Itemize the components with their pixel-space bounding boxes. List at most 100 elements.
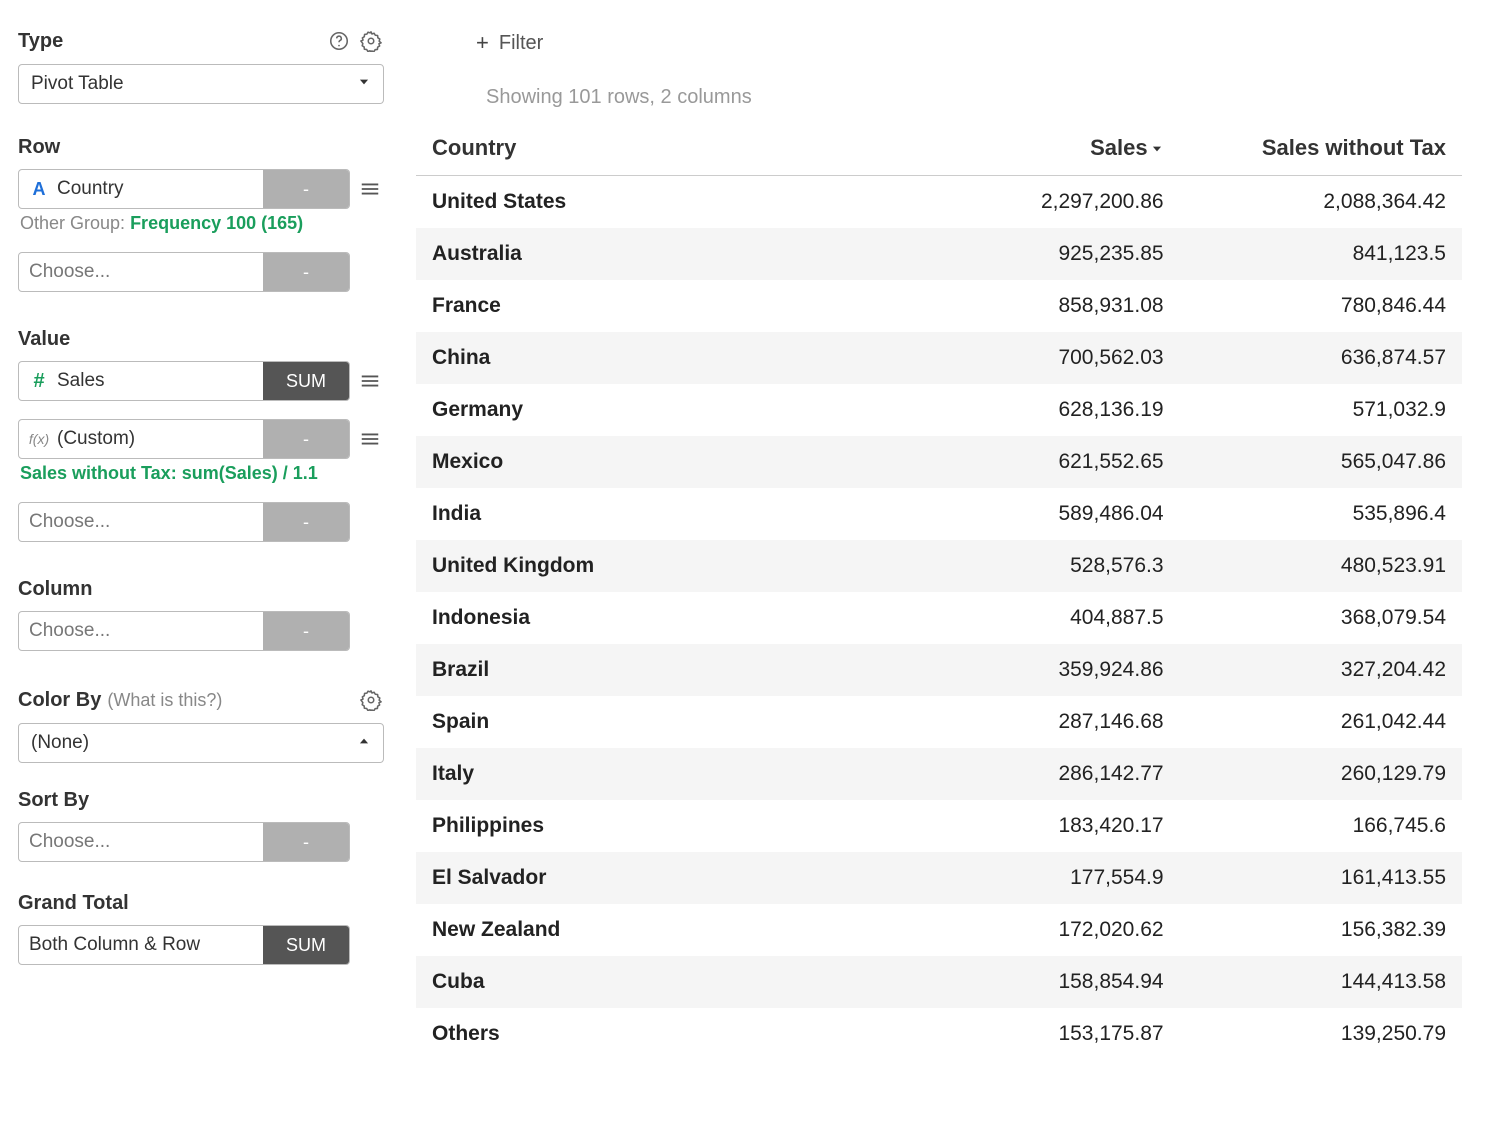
custom-field-tag[interactable]: - — [263, 420, 349, 458]
row-choose-input[interactable]: Choose... - — [18, 252, 350, 292]
cell-sales-no-tax: 480,523.91 — [1180, 540, 1462, 592]
column-choose-tag[interactable]: - — [263, 612, 349, 650]
value-field-sales[interactable]: # Sales SUM — [18, 361, 350, 401]
value-field-name: Sales — [57, 370, 105, 392]
row-field-country[interactable]: A Country - — [18, 169, 350, 209]
table-row[interactable]: China700,562.03636,874.57 — [416, 332, 1462, 384]
cell-country: Italy — [416, 748, 897, 800]
cell-sales: 404,887.5 — [897, 592, 1179, 644]
colorby-label-row: Color By (What is this?) — [18, 687, 384, 713]
col-header-sales[interactable]: Sales — [897, 123, 1179, 176]
table-row[interactable]: United Kingdom528,576.3480,523.91 — [416, 540, 1462, 592]
chevron-down-icon — [357, 73, 371, 95]
colorby-hint[interactable]: (What is this?) — [107, 690, 222, 711]
cell-country: United States — [416, 176, 897, 229]
cell-sales-no-tax: 2,088,364.42 — [1180, 176, 1462, 229]
table-row[interactable]: Mexico621,552.65565,047.86 — [416, 436, 1462, 488]
cell-sales-no-tax: 565,047.86 — [1180, 436, 1462, 488]
column-choose-input[interactable]: Choose... - — [18, 611, 350, 651]
value-agg-tag[interactable]: SUM — [263, 362, 349, 400]
type-select[interactable]: Pivot Table — [18, 64, 384, 104]
grandtotal-label: Grand Total — [18, 892, 384, 915]
value-field-custom[interactable]: f(x) (Custom) - — [18, 419, 350, 459]
formula-type-icon: f(x) — [29, 431, 49, 447]
type-label-row: Type — [18, 28, 384, 54]
grandtotal-select[interactable]: Both Column & Row SUM — [18, 925, 350, 965]
cell-sales-no-tax: 260,129.79 — [1180, 748, 1462, 800]
col-header-country[interactable]: Country — [416, 123, 897, 176]
sortby-choose-placeholder: Choose... — [29, 831, 110, 853]
cell-sales: 925,235.85 — [897, 228, 1179, 280]
cell-country: China — [416, 332, 897, 384]
row-choose-tag[interactable]: - — [263, 253, 349, 291]
cell-country: New Zealand — [416, 904, 897, 956]
row-choose-placeholder: Choose... — [29, 261, 110, 283]
drag-handle-icon[interactable] — [356, 428, 384, 450]
cell-sales-no-tax: 636,874.57 — [1180, 332, 1462, 384]
cell-country: United Kingdom — [416, 540, 897, 592]
table-row[interactable]: Cuba158,854.94144,413.58 — [416, 956, 1462, 1008]
table-row[interactable]: Italy286,142.77260,129.79 — [416, 748, 1462, 800]
table-row[interactable]: France858,931.08780,846.44 — [416, 280, 1462, 332]
grandtotal-value: Both Column & Row — [29, 934, 200, 956]
cell-country: El Salvador — [416, 852, 897, 904]
sortby-choose-input[interactable]: Choose... - — [18, 822, 350, 862]
cell-sales: 359,924.86 — [897, 644, 1179, 696]
col-header-sales-no-tax[interactable]: Sales without Tax — [1180, 123, 1462, 176]
main-area: + Filter Showing 101 rows, 2 columns Cou… — [400, 10, 1486, 1142]
cell-country: Mexico — [416, 436, 897, 488]
cell-country: Cuba — [416, 956, 897, 1008]
table-row[interactable]: Germany628,136.19571,032.9 — [416, 384, 1462, 436]
showing-text: Showing 101 rows, 2 columns — [486, 86, 1462, 109]
sortby-choose-tag[interactable]: - — [263, 823, 349, 861]
value-choose-tag[interactable]: - — [263, 503, 349, 541]
table-row[interactable]: Australia925,235.85841,123.5 — [416, 228, 1462, 280]
drag-handle-icon[interactable] — [356, 370, 384, 392]
cell-sales-no-tax: 368,079.54 — [1180, 592, 1462, 644]
grandtotal-tag[interactable]: SUM — [263, 926, 349, 964]
table-row[interactable]: Philippines183,420.17166,745.6 — [416, 800, 1462, 852]
drag-handle-icon[interactable] — [356, 178, 384, 200]
cell-sales: 287,146.68 — [897, 696, 1179, 748]
colorby-select[interactable]: (None) — [18, 723, 384, 763]
value-choose-placeholder: Choose... — [29, 511, 110, 533]
cell-sales-no-tax: 327,204.42 — [1180, 644, 1462, 696]
row-field-tag[interactable]: - — [263, 170, 349, 208]
cell-sales: 172,020.62 — [897, 904, 1179, 956]
table-row[interactable]: Indonesia404,887.5368,079.54 — [416, 592, 1462, 644]
table-row[interactable]: New Zealand172,020.62156,382.39 — [416, 904, 1462, 956]
table-row[interactable]: El Salvador177,554.9161,413.55 — [416, 852, 1462, 904]
cell-sales-no-tax: 535,896.4 — [1180, 488, 1462, 540]
cell-sales: 153,175.87 — [897, 1008, 1179, 1060]
help-icon[interactable] — [326, 28, 352, 54]
cell-sales: 858,931.08 — [897, 280, 1179, 332]
text-type-icon: A — [29, 179, 49, 200]
cell-sales: 628,136.19 — [897, 384, 1179, 436]
cell-sales: 589,486.04 — [897, 488, 1179, 540]
table-row[interactable]: India589,486.04535,896.4 — [416, 488, 1462, 540]
table-row[interactable]: United States2,297,200.862,088,364.42 — [416, 176, 1462, 229]
cell-sales: 700,562.03 — [897, 332, 1179, 384]
cell-sales: 177,554.9 — [897, 852, 1179, 904]
value-label: Value — [18, 328, 384, 351]
sort-desc-icon — [1150, 135, 1164, 161]
cell-sales: 621,552.65 — [897, 436, 1179, 488]
table-row[interactable]: Others153,175.87139,250.79 — [416, 1008, 1462, 1060]
number-type-icon: # — [29, 370, 49, 393]
other-group-line: Other Group: Frequency 100 (165) — [20, 213, 384, 234]
cell-country: Germany — [416, 384, 897, 436]
value-choose-input[interactable]: Choose... - — [18, 502, 350, 542]
cell-sales: 158,854.94 — [897, 956, 1179, 1008]
gear-icon[interactable] — [358, 687, 384, 713]
column-label: Column — [18, 578, 384, 601]
table-row[interactable]: Spain287,146.68261,042.44 — [416, 696, 1462, 748]
row-field-name: Country — [57, 178, 124, 200]
gear-icon[interactable] — [358, 28, 384, 54]
cell-country: Brazil — [416, 644, 897, 696]
cell-sales-no-tax: 161,413.55 — [1180, 852, 1462, 904]
other-group-value[interactable]: Frequency 100 (165) — [130, 213, 303, 233]
filter-label: Filter — [499, 32, 543, 55]
cell-country: Philippines — [416, 800, 897, 852]
add-filter-button[interactable]: + Filter — [476, 30, 1462, 56]
table-row[interactable]: Brazil359,924.86327,204.42 — [416, 644, 1462, 696]
